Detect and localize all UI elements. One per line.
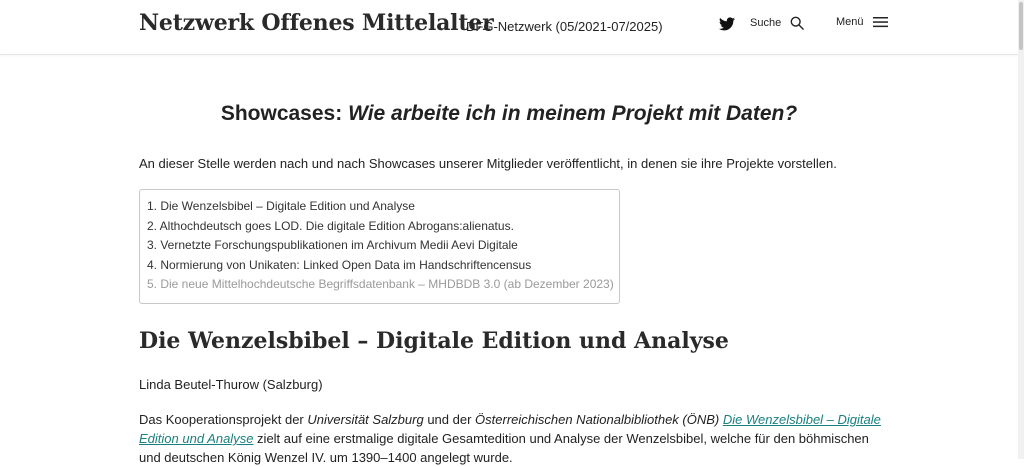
search-icon bbox=[790, 16, 805, 30]
page-scrollbar[interactable] bbox=[1018, 0, 1024, 459]
section-heading: Die Wenzelsbibel – Digitale Edition und … bbox=[139, 328, 729, 354]
paragraph-text-2: und der bbox=[423, 412, 476, 427]
scrollbar-thumb[interactable] bbox=[1019, 2, 1023, 50]
paragraph-text-1: Das Kooperationsprojekt der bbox=[139, 412, 308, 427]
paragraph-emphasis-university: Universität Salzburg bbox=[307, 412, 424, 427]
body-paragraph: Das Kooperationsprojekt der Universität … bbox=[139, 410, 884, 467]
site-title[interactable]: Netzwerk Offenes Mittelalter bbox=[139, 10, 494, 36]
paragraph-emphasis-library: Österreichischen Nationalbibliothek (ÖNB… bbox=[475, 412, 720, 427]
search-button[interactable]: Suche bbox=[750, 16, 805, 30]
table-of-contents: 1. Die Wenzelsbibel – Digitale Edition u… bbox=[139, 189, 620, 304]
toc-item-1[interactable]: 1. Die Wenzelsbibel – Digitale Edition u… bbox=[147, 197, 619, 217]
twitter-bird-icon[interactable] bbox=[719, 17, 735, 31]
menu-label: Menü bbox=[836, 16, 864, 28]
page-title-prefix: Showcases: bbox=[220, 102, 343, 125]
author-line: Linda Beutel-Thurow (Salzburg) bbox=[139, 377, 323, 392]
toc-item-4[interactable]: 4. Normierung von Unikaten: Linked Open … bbox=[147, 256, 619, 276]
twitter-bird-icon-svg bbox=[719, 17, 735, 31]
search-label: Suche bbox=[750, 17, 782, 29]
site-header: Netzwerk Offenes Mittelalter DFG-Netzwer… bbox=[0, 0, 1018, 55]
menu-button[interactable]: Menü bbox=[836, 16, 888, 28]
intro-text: An dieser Stelle werden nach und nach Sh… bbox=[139, 156, 837, 171]
page-title: Showcases: Wie arbeite ich in meinem Pro… bbox=[0, 102, 1018, 126]
page-title-italic: Wie arbeite ich in meinem Projekt mit Da… bbox=[348, 102, 798, 125]
toc-item-3[interactable]: 3. Vernetzte Forschungspublikationen im … bbox=[147, 236, 619, 256]
toc-item-5[interactable]: 5. Die neue Mittelhochdeutsche Begriffsd… bbox=[147, 275, 619, 295]
site-subtitle: DFG-Netzwerk (05/2021-07/2025) bbox=[466, 19, 663, 34]
hamburger-menu-icon bbox=[872, 17, 888, 28]
toc-item-2[interactable]: 2. Althochdeutsch goes LOD. Die digitale… bbox=[147, 217, 619, 237]
